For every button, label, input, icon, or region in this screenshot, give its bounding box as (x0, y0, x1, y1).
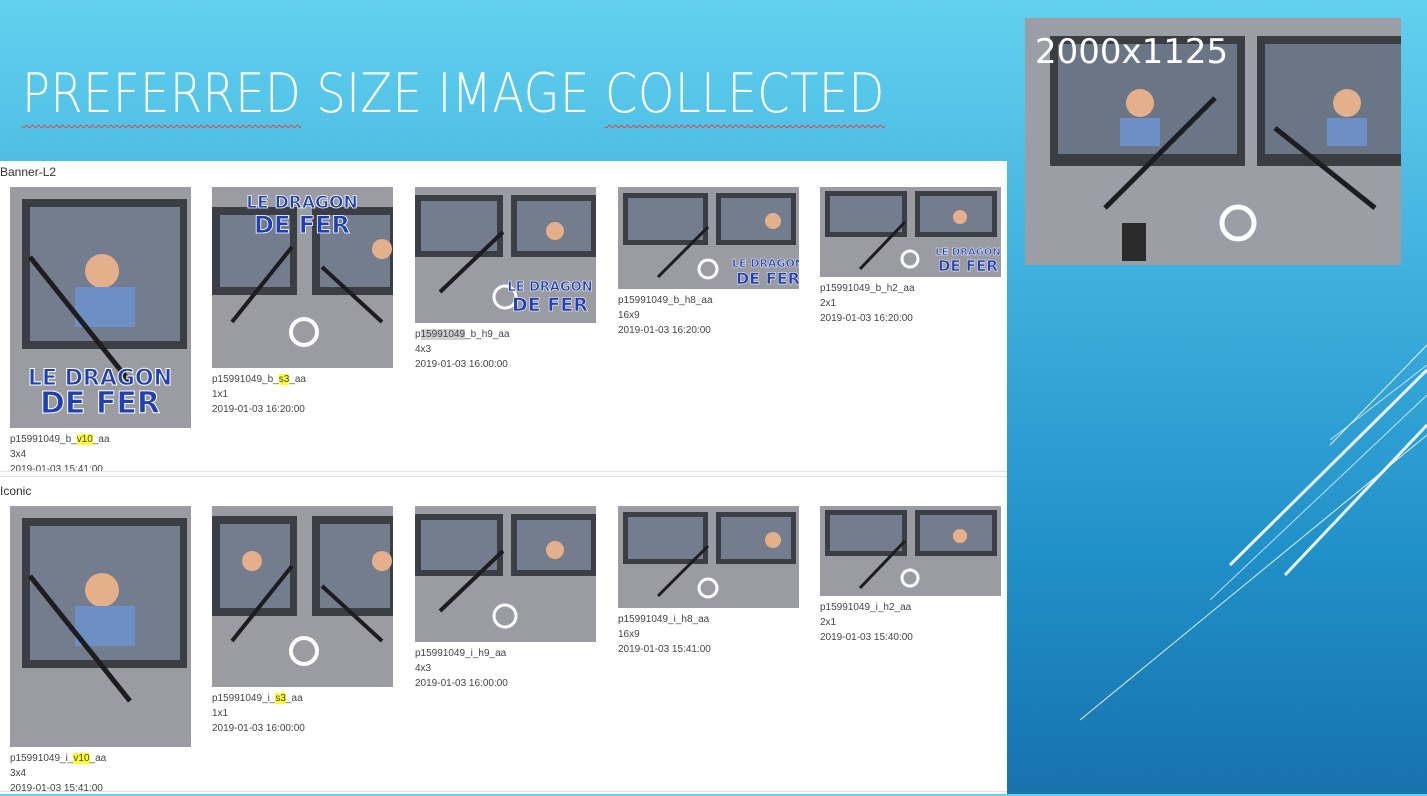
section-label-iconic: Iconic (0, 484, 32, 498)
image-ratio: 1x1 (212, 708, 229, 719)
large-preview-image: 2000x1125 (1025, 18, 1401, 265)
banner-text-line1: LE DRAGON (246, 193, 357, 213)
iconic-item-4x3[interactable]: p15991049_i_h9_aa 4x3 2019-01-03 16:00:0… (415, 506, 596, 691)
banner-text-line2: DE FER (736, 269, 799, 288)
image-ratio: 3x4 (10, 768, 27, 779)
image-filename: p15991049_i_h8_aa (618, 614, 710, 625)
image-filename: p15991049_b_h8_aa (618, 295, 713, 306)
image-date: 2019-01-03 16:00:00 (212, 723, 305, 734)
image-date: 2019-01-03 16:20:00 (212, 404, 305, 415)
iconic-item-3x4[interactable]: p15991049_i_v10_aa 3x4 2019-01-03 15:41:… (10, 506, 191, 796)
image-date: 2019-01-03 16:20:00 (618, 325, 711, 336)
image-date: 2019-01-03 16:00:00 (415, 678, 508, 689)
thumbnail-image[interactable]: LE DRAGON DE FER (10, 187, 191, 428)
banner-item-1x1[interactable]: LE DRAGON DE FER p15991049_b_s3_aa 1x1 2… (212, 187, 393, 417)
iconic-item-16x9[interactable]: p15991049_i_h8_aa 16x9 2019-01-03 15:41:… (618, 506, 799, 657)
thumbnail-image[interactable] (618, 506, 799, 608)
title-word-collected: COLLECTED (605, 62, 885, 125)
banner-item-16x9[interactable]: LE DRAGON DE FER p15991049_b_h8_aa 16x9 … (618, 187, 799, 338)
image-date: 2019-01-03 15:40:00 (820, 632, 913, 643)
image-date: 2019-01-03 16:00:00 (415, 359, 508, 370)
banner-item-4x3[interactable]: LE DRAGON DE FER p15991049_b_h9_aa 4x3 2… (415, 187, 596, 372)
image-date: 2019-01-03 15:41:00 (618, 644, 711, 655)
slide-title: PREFERRED SIZE IMAGE COLLECTED (22, 62, 885, 125)
image-ratio: 2x1 (820, 617, 837, 628)
title-word-preferred: PREFERRED (22, 62, 302, 125)
thumbnail-image[interactable]: LE DRAGON DE FER (415, 187, 596, 323)
image-date: 2019-01-03 15:41:00 (10, 464, 103, 475)
resolution-label: 2000x1125 (1035, 32, 1229, 72)
thumbnail-image[interactable] (212, 506, 393, 687)
thumbnail-image[interactable] (820, 506, 1001, 596)
image-ratio: 16x9 (618, 629, 640, 640)
image-filename: p15991049_b_v10_aa (10, 434, 110, 445)
image-ratio: 2x1 (820, 298, 837, 309)
banner-text-line2: DE FER (254, 211, 350, 239)
section-divider (0, 471, 1007, 472)
section-divider (0, 791, 1007, 792)
image-filename: p15991049_i_h9_aa (415, 648, 507, 659)
banner-text-line2: DE FER (512, 294, 588, 316)
banner-text-line2: DE FER (938, 257, 998, 275)
title-word-size-image: SIZE IMAGE (316, 62, 590, 125)
image-ratio: 16x9 (618, 310, 640, 321)
image-filename: p15991049_i_v10_aa (10, 753, 107, 764)
banner-text-line1: LE DRAGON (507, 280, 592, 295)
image-filename: p15991049_b_h9_aa (415, 329, 510, 340)
thumbnail-image[interactable] (10, 506, 191, 747)
image-ratio: 3x4 (10, 449, 27, 460)
decorative-lines (1079, 344, 1427, 721)
image-ratio: 4x3 (415, 344, 432, 355)
image-filename: p15991049_i_h2_aa (820, 602, 912, 613)
image-filename: p15991049_i_s3_aa (212, 693, 303, 704)
thumbnail-image[interactable]: LE DRAGON DE FER (820, 187, 1001, 277)
image-filename: p15991049_b_s3_aa (212, 374, 306, 385)
image-ratio: 1x1 (212, 389, 229, 400)
iconic-item-1x1[interactable]: p15991049_i_s3_aa 1x1 2019-01-03 16:00:0… (212, 506, 393, 736)
banner-item-3x4[interactable]: LE DRAGON DE FER p15991049_b_v10_aa 3x4 … (10, 187, 191, 477)
image-date: 2019-01-03 16:20:00 (820, 313, 913, 324)
thumbnail-image[interactable] (415, 506, 596, 642)
section-label-banner: Banner-L2 (0, 165, 57, 179)
banner-item-2x1[interactable]: LE DRAGON DE FER p15991049_b_h2_aa 2x1 2… (820, 187, 1001, 326)
image-filename: p15991049_b_h2_aa (820, 283, 915, 294)
iconic-item-2x1[interactable]: p15991049_i_h2_aa 2x1 2019-01-03 15:40:0… (820, 506, 1001, 645)
image-ratio: 4x3 (415, 663, 432, 674)
banner-text-line2: DE FER (40, 386, 160, 421)
image-gallery-panel: Banner-L2 LE DRAGON DE FER p15991049_b_v… (0, 161, 1007, 794)
thumbnail-image[interactable]: LE DRAGON DE FER (212, 187, 393, 368)
thumbnail-image[interactable]: LE DRAGON DE FER (618, 187, 799, 289)
section-divider (0, 476, 1007, 477)
